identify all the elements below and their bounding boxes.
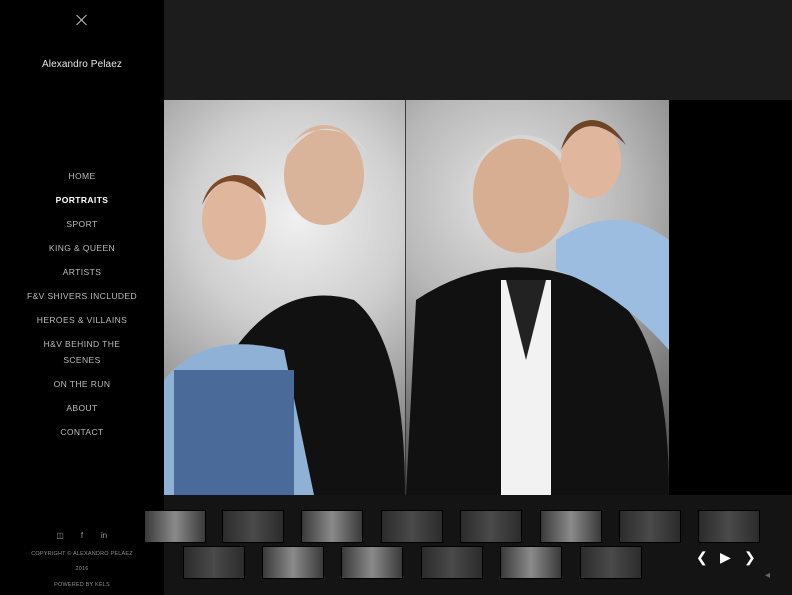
nav-item-artists[interactable]: ARTISTS — [0, 264, 164, 280]
collapse-icon[interactable]: ◂ — [765, 570, 770, 581]
nav-item-home[interactable]: HOME — [0, 168, 164, 184]
nav-item-king-queen[interactable]: KING & QUEEN — [0, 240, 164, 256]
site-title[interactable]: Alexandro Pelaez — [0, 59, 164, 70]
thumbnail[interactable] — [580, 546, 642, 579]
thumbnail-strip — [144, 495, 792, 595]
top-bar — [164, 0, 792, 100]
thumbnail[interactable] — [460, 510, 522, 543]
thumbnail[interactable] — [222, 510, 284, 543]
nav-item-about[interactable]: ABOUT — [0, 400, 164, 416]
facebook-icon[interactable]: f — [77, 530, 87, 540]
social-links: ◫ f in — [0, 530, 164, 540]
portrait-illustration-left — [164, 125, 405, 495]
thumbnail[interactable] — [262, 546, 324, 579]
main-photo-area — [164, 100, 792, 495]
close-icon[interactable] — [74, 12, 90, 28]
portrait-illustration-right — [406, 120, 669, 495]
nav-item-heroes-villains[interactable]: HEROES & VILLAINS — [0, 312, 164, 328]
nav-item-fv-shivers[interactable]: F&V SHIVERS INCLUDED — [0, 288, 164, 304]
copyright-year: 2016 — [75, 566, 89, 572]
thumbnail[interactable] — [500, 546, 562, 579]
chevron-left-icon[interactable]: ❮ — [696, 550, 708, 564]
nav-item-on-the-run[interactable]: ON THE RUN — [0, 376, 164, 392]
sidebar: Alexandro Pelaez HOME PORTRAITS SPORT KI… — [0, 0, 164, 595]
play-icon[interactable]: ▶ — [720, 550, 731, 564]
linkedin-icon[interactable]: in — [99, 530, 109, 540]
thumbnail[interactable] — [698, 510, 760, 543]
thumbnail[interactable] — [540, 510, 602, 543]
nav-item-sport[interactable]: SPORT — [0, 216, 164, 232]
copyright-text: COPYRIGHT © ALEXANDRO PELAEZ — [31, 551, 133, 557]
thumbnail[interactable] — [183, 546, 245, 579]
thumbnail[interactable] — [144, 510, 206, 543]
thumbnail[interactable] — [381, 510, 443, 543]
nav-item-portraits[interactable]: PORTRAITS — [0, 192, 164, 208]
portrait-photo-right[interactable] — [406, 100, 669, 495]
thumbnail[interactable] — [421, 546, 483, 579]
thumbnail[interactable] — [619, 510, 681, 543]
chevron-right-icon[interactable]: ❯ — [744, 550, 756, 564]
main-nav: HOME PORTRAITS SPORT KING & QUEEN ARTIST… — [0, 168, 164, 448]
nav-item-behind-scenes[interactable]: H&V BEHIND THE SCENES — [37, 336, 127, 368]
nav-item-contact[interactable]: CONTACT — [0, 424, 164, 440]
thumbnail[interactable] — [301, 510, 363, 543]
thumbnail[interactable] — [341, 546, 403, 579]
instagram-icon[interactable]: ◫ — [55, 530, 65, 540]
powered-by[interactable]: POWERED BY KELS — [0, 582, 164, 588]
portrait-photo-left[interactable] — [164, 100, 405, 495]
